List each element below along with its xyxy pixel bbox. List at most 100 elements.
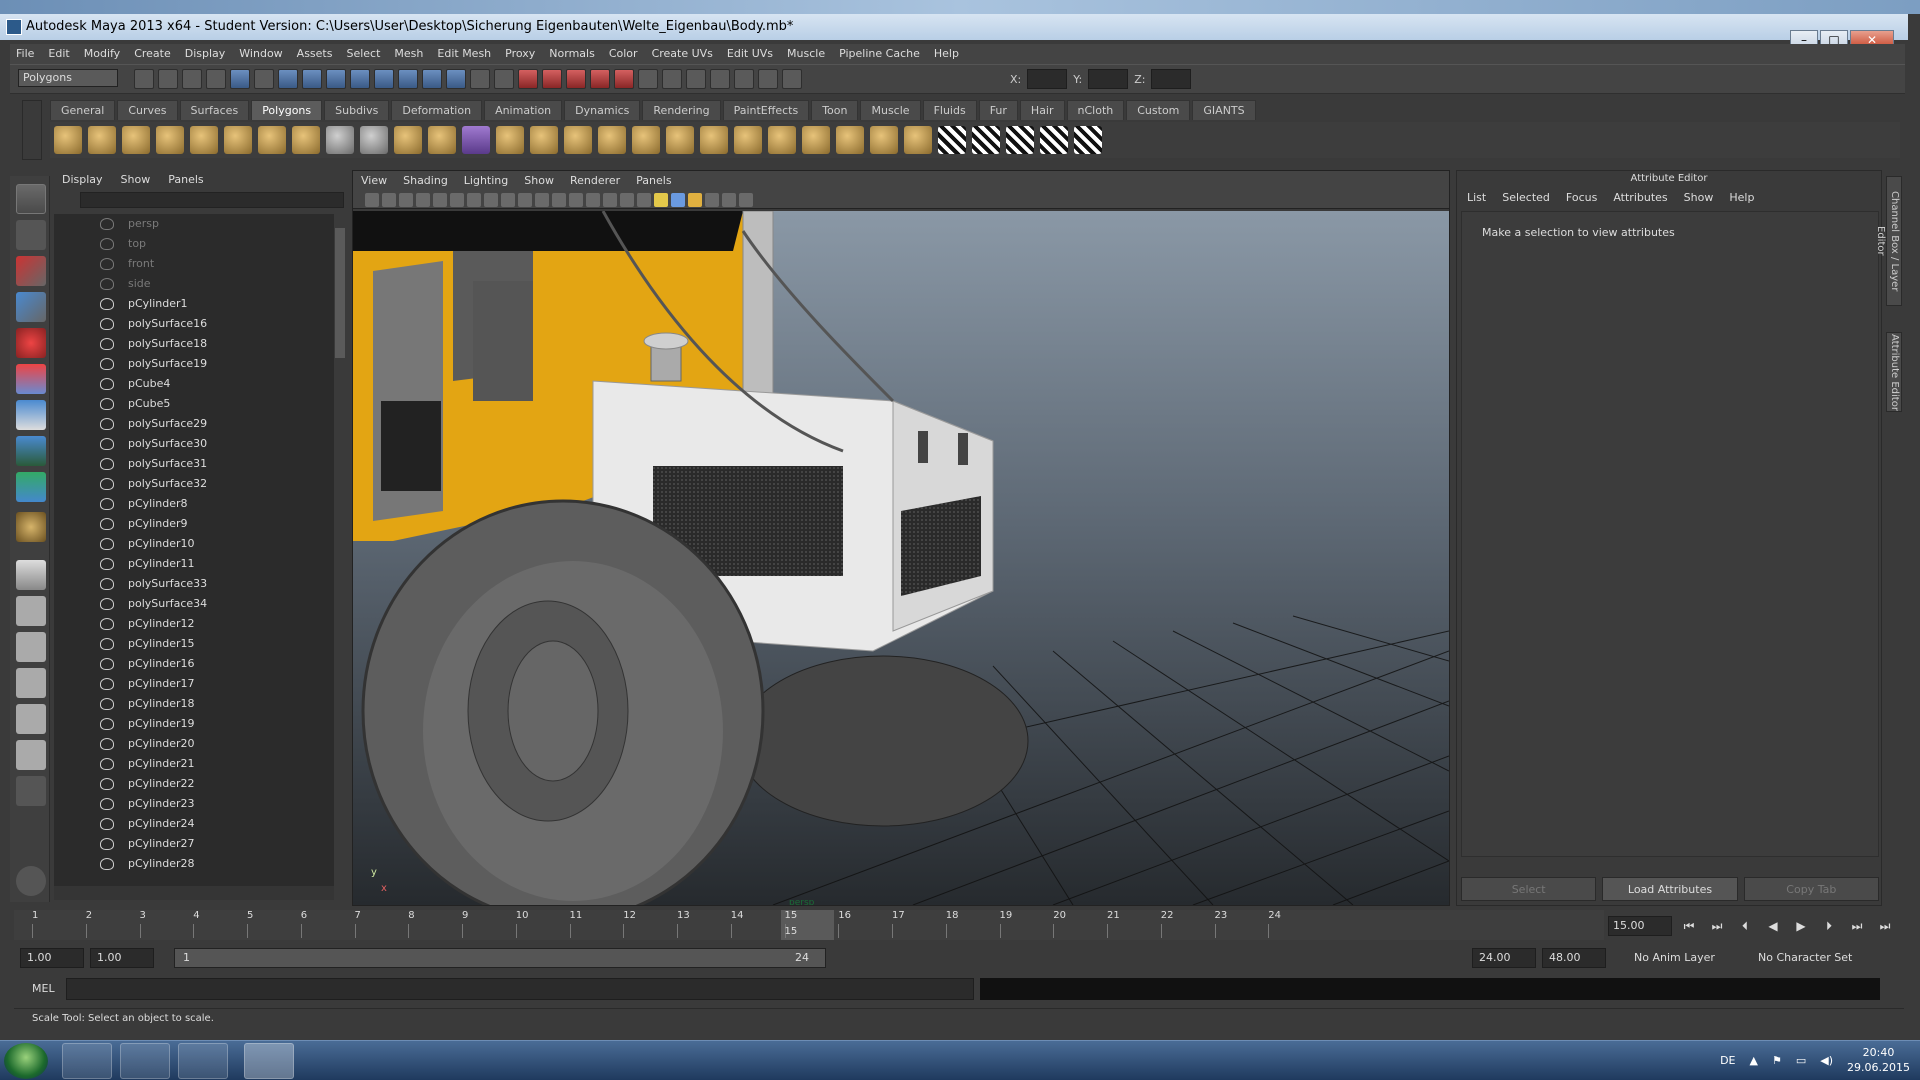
persp-outliner-layout-icon[interactable]: [16, 632, 46, 662]
outliner-scrollbar[interactable]: [334, 214, 346, 886]
outliner-item[interactable]: side: [54, 274, 334, 294]
poly-torus-icon[interactable]: [224, 126, 252, 154]
poly-cylinder-icon[interactable]: [122, 126, 150, 154]
shelf-tab-curves[interactable]: Curves: [117, 100, 178, 120]
construction-history-icon[interactable]: [686, 69, 706, 89]
viewport-menu-show[interactable]: Show: [524, 171, 554, 191]
select-misc-icon[interactable]: [446, 69, 466, 89]
scale-tool-icon[interactable]: [16, 364, 46, 394]
shelf-tab-muscle[interactable]: Muscle: [860, 100, 921, 120]
outliner-item[interactable]: pCylinder12: [54, 614, 334, 634]
snap-curve-icon[interactable]: [542, 69, 562, 89]
step-forward-frame-icon[interactable]: ⏵: [1820, 918, 1838, 934]
boolean-icon[interactable]: [462, 126, 490, 154]
persp-graph-layout-icon[interactable]: [16, 668, 46, 698]
playback-start-field[interactable]: 1.00: [90, 948, 154, 968]
camera-attributes-icon[interactable]: [382, 192, 396, 207]
select-component-icon[interactable]: [254, 69, 274, 89]
language-indicator[interactable]: DE: [1720, 1054, 1735, 1067]
split-polygon-icon[interactable]: [598, 126, 626, 154]
render-view-icon[interactable]: [710, 69, 730, 89]
automatic-mapping-icon[interactable]: [870, 126, 898, 154]
outliner-item[interactable]: pCylinder11: [54, 554, 334, 574]
xray-icon[interactable]: [722, 192, 736, 207]
shelf-tab-subdivs[interactable]: Subdivs: [324, 100, 390, 120]
shelf-tab-custom[interactable]: Custom: [1126, 100, 1191, 120]
wireframe-on-shaded-icon[interactable]: [620, 192, 634, 207]
menu-set-dropdown[interactable]: Polygons: [18, 69, 118, 87]
four-view-layout-icon[interactable]: [16, 596, 46, 626]
shelf-tab-painteffects[interactable]: PaintEffects: [722, 100, 810, 120]
action-center-icon[interactable]: ⚑: [1772, 1054, 1782, 1067]
current-frame-field[interactable]: 15.00: [1608, 916, 1672, 936]
attribute-menu-focus[interactable]: Focus: [1566, 187, 1597, 209]
checker-icon-5[interactable]: [1074, 126, 1102, 154]
open-scene-icon[interactable]: [158, 69, 178, 89]
mel-label[interactable]: MEL: [32, 980, 55, 998]
outliner-item[interactable]: pCylinder16: [54, 654, 334, 674]
attribute-menu-help[interactable]: Help: [1729, 187, 1754, 209]
resolution-gate-icon[interactable]: [501, 192, 515, 207]
step-back-frame-icon[interactable]: ⏴: [1736, 918, 1754, 934]
snap-view-plane-icon[interactable]: [590, 69, 610, 89]
outliner-item[interactable]: polySurface29: [54, 414, 334, 434]
shelf-tab-surfaces[interactable]: Surfaces: [179, 100, 250, 120]
select-surfaces-icon[interactable]: [350, 69, 370, 89]
show-manipulator-icon[interactable]: [16, 472, 46, 502]
perspective-viewport[interactable]: View Shading Lighting Show Renderer Panels: [352, 170, 1450, 906]
outliner-item[interactable]: persp: [54, 214, 334, 234]
outliner-menu-display[interactable]: Display: [62, 170, 103, 190]
z-field[interactable]: [1151, 69, 1192, 89]
copy-tab-button[interactable]: Copy Tab: [1743, 877, 1879, 901]
image-plane-icon[interactable]: [416, 192, 430, 207]
poly-plane-icon[interactable]: [190, 126, 218, 154]
input-ops-icon[interactable]: [638, 69, 658, 89]
select-hierarchy-icon[interactable]: [206, 69, 226, 89]
outliner-menu-panels[interactable]: Panels: [168, 170, 203, 190]
select-joints-icon[interactable]: [302, 69, 322, 89]
ipr-render-icon[interactable]: [758, 69, 778, 89]
bookmarks-icon[interactable]: [399, 192, 413, 207]
shelf-tab-animation[interactable]: Animation: [484, 100, 563, 120]
persp-hypershade-layout-icon[interactable]: [16, 704, 46, 734]
go-to-start-icon[interactable]: ⏮: [1680, 918, 1698, 934]
menu-display[interactable]: Display: [185, 44, 226, 64]
rotate-tool-icon[interactable]: [16, 328, 46, 358]
spherical-mapping-icon[interactable]: [836, 126, 864, 154]
outliner-horizontal-scrollbar[interactable]: [54, 886, 334, 900]
outliner-item[interactable]: pCube5: [54, 394, 334, 414]
maya-taskbar-icon[interactable]: [244, 1043, 294, 1079]
shelf-tab-rendering[interactable]: Rendering: [642, 100, 721, 120]
select-curves-icon[interactable]: [326, 69, 346, 89]
clock[interactable]: 20:40 29.06.2015: [1847, 1045, 1910, 1075]
poly-sphere-icon[interactable]: [54, 126, 82, 154]
shelf-tab-fur[interactable]: Fur: [978, 100, 1018, 120]
outliner-item[interactable]: pCylinder21: [54, 754, 334, 774]
menu-normals[interactable]: Normals: [549, 44, 595, 64]
checker-icon-4[interactable]: [1040, 126, 1068, 154]
combine-icon[interactable]: [360, 126, 388, 154]
menu-modify[interactable]: Modify: [84, 44, 120, 64]
poly-pyramid-icon[interactable]: [258, 126, 286, 154]
grid-icon[interactable]: [467, 192, 481, 207]
x-field[interactable]: [1027, 69, 1068, 89]
outliner-search-field[interactable]: [80, 192, 344, 208]
menu-file[interactable]: File: [16, 44, 34, 64]
viewport-menu-lighting[interactable]: Lighting: [464, 171, 508, 191]
soft-modification-icon[interactable]: [16, 436, 46, 466]
menu-edit-mesh[interactable]: Edit Mesh: [437, 44, 491, 64]
paint-select-tool-icon[interactable]: [16, 256, 46, 286]
attribute-menu-list[interactable]: List: [1467, 187, 1486, 209]
menu-color[interactable]: Color: [609, 44, 638, 64]
step-forward-key-icon[interactable]: ⏭: [1848, 918, 1866, 934]
outliner-menu-show[interactable]: Show: [121, 170, 151, 190]
load-attributes-button[interactable]: Load Attributes: [1602, 877, 1738, 901]
smooth-shade-icon[interactable]: [603, 192, 617, 207]
play-backwards-icon[interactable]: ◀: [1764, 918, 1782, 934]
app-taskbar-icon[interactable]: [120, 1043, 170, 1079]
menu-create-uvs[interactable]: Create UVs: [652, 44, 713, 64]
viewport-menu-panels[interactable]: Panels: [636, 171, 671, 191]
menu-edit[interactable]: Edit: [48, 44, 69, 64]
grease-pencil-icon[interactable]: [433, 192, 447, 207]
select-object-icon[interactable]: [230, 69, 250, 89]
